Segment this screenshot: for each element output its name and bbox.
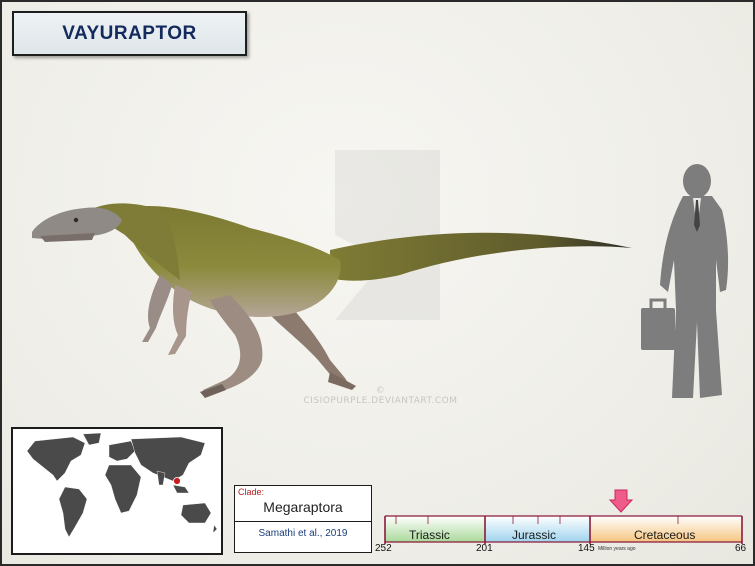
watermark-logo [335,150,440,320]
period-cretaceous-label: Cretaceous [634,528,696,542]
clade-box: Clade: Megaraptora Samathi et al., 2019 [234,485,372,553]
tick-label-145: 145 [578,543,595,554]
clade-divider [235,521,371,522]
illustration [32,150,729,398]
vayuraptor-illustration [32,203,632,398]
human-scale-silhouette [641,164,729,398]
watermark-text: © CISIOPURPLE.DEVIANTART.COM [303,386,458,406]
world-map-box [11,427,223,555]
title-box: VAYURAPTOR [12,11,247,56]
map-location-marker [173,477,181,485]
unit-label: Million years ago [598,546,636,552]
clade-name: Megaraptora [263,499,343,515]
dinosaur-arm-far [142,275,172,342]
timeline-marker-arrow [608,489,634,513]
world-map [13,429,221,553]
period-jurassic-label: Jurassic [512,528,557,542]
tick-label-252: 252 [375,543,392,554]
period-triassic-label: Triassic [409,528,450,542]
geologic-timeline: Triassic Jurassic Cretaceous 252 201 145… [375,486,750,560]
tick-label-201: 201 [476,543,493,554]
dinosaur-arm-near [168,285,192,355]
tick-label-66: 66 [735,543,747,554]
page-title: VAYURAPTOR [62,22,197,44]
timeline-graphic [384,489,743,544]
clade-label: Clade: [238,487,265,497]
clade-author: Samathi et al., 2019 [258,528,348,539]
